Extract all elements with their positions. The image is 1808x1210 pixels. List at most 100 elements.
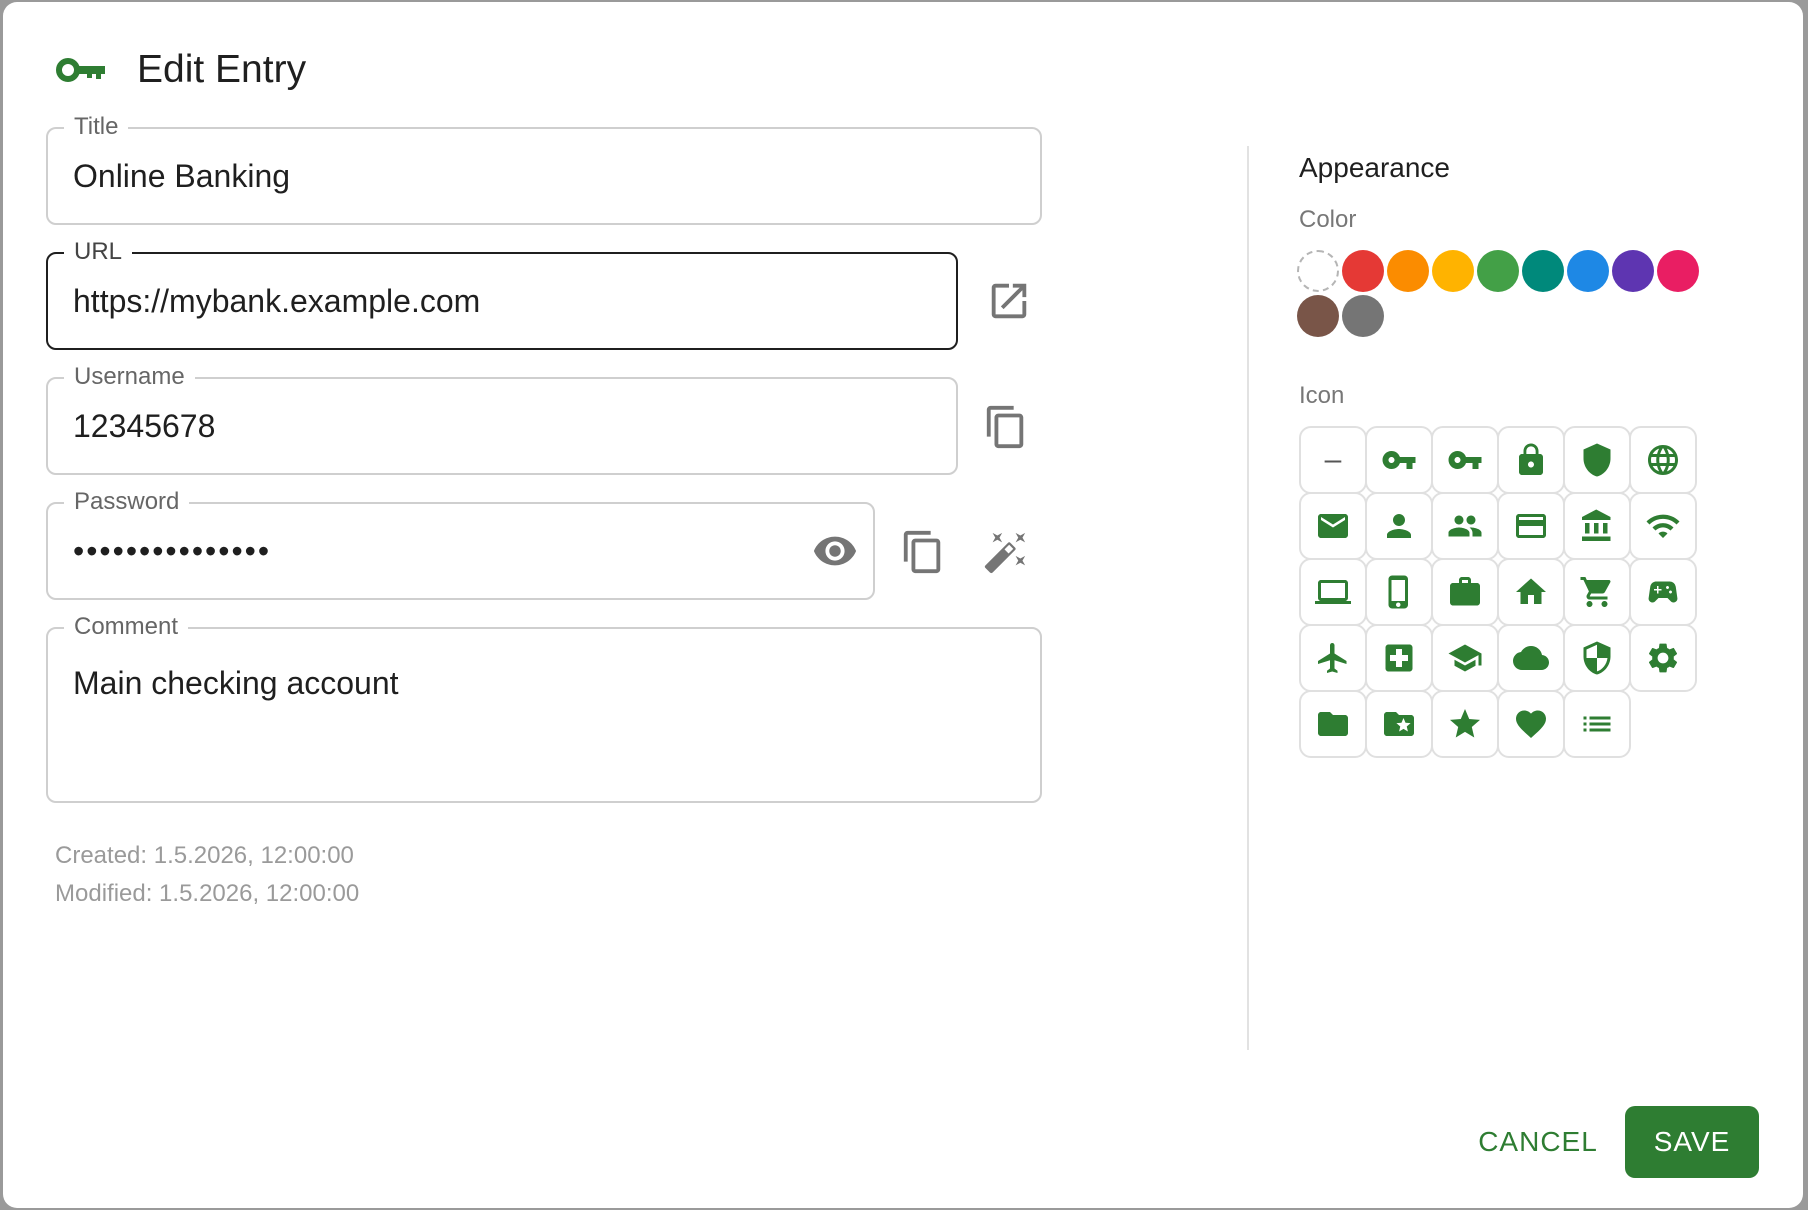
- icon-option-wifi[interactable]: [1629, 492, 1697, 560]
- icon-option-people[interactable]: [1431, 492, 1499, 560]
- icon-option-briefcase[interactable]: [1431, 558, 1499, 626]
- icon-option-cloud[interactable]: [1497, 624, 1565, 692]
- key-icon: [1448, 451, 1482, 469]
- school-icon: [1448, 644, 1482, 672]
- eye-icon: [813, 536, 857, 566]
- color-swatch[interactable]: [1567, 250, 1609, 292]
- color-swatch[interactable]: [1612, 250, 1654, 292]
- icon-option-school[interactable]: [1431, 624, 1499, 692]
- save-button[interactable]: SAVE: [1625, 1106, 1759, 1178]
- title-value: Online Banking: [73, 158, 291, 194]
- password-value: •••••••••••••••: [73, 533, 272, 569]
- icon-option-heart[interactable]: [1497, 690, 1565, 758]
- copy-username-button[interactable]: [981, 402, 1031, 452]
- icon-option-lock[interactable]: [1497, 426, 1565, 494]
- magic-wand-icon: [984, 532, 1026, 574]
- phone-icon: [1388, 575, 1408, 609]
- home-icon: [1516, 578, 1546, 604]
- password-field[interactable]: Password •••••••••••••••: [46, 488, 875, 600]
- icon-option-person[interactable]: [1365, 492, 1433, 560]
- person-icon: [1387, 514, 1411, 538]
- globe-icon: [1648, 445, 1678, 475]
- copy-password-button[interactable]: [898, 527, 948, 577]
- mail-icon: [1318, 514, 1348, 538]
- color-swatch[interactable]: [1387, 250, 1429, 292]
- star-icon: [1450, 709, 1480, 738]
- icon-option-home[interactable]: [1497, 558, 1565, 626]
- briefcase-icon: [1450, 577, 1480, 606]
- cancel-button[interactable]: CANCEL: [1463, 1106, 1613, 1178]
- airplane-icon: [1318, 643, 1347, 673]
- icon-option-folder[interactable]: [1299, 690, 1367, 758]
- edit-entry-dialog: Edit Entry Title Online Banking URL http…: [3, 2, 1803, 1208]
- comment-label: Comment: [64, 613, 189, 641]
- icon-option-folder-star[interactable]: [1365, 690, 1433, 758]
- icon-label: Icon: [1299, 382, 1345, 409]
- color-label: Color: [1299, 206, 1357, 233]
- icon-option-phone[interactable]: [1365, 558, 1433, 626]
- icon-option-credit-card[interactable]: [1497, 492, 1565, 560]
- color-swatch[interactable]: [1657, 250, 1699, 292]
- icon-option-laptop[interactable]: [1299, 558, 1367, 626]
- medical-icon: [1385, 644, 1413, 672]
- wifi-icon: [1646, 514, 1680, 538]
- icon-option-globe[interactable]: [1629, 426, 1697, 494]
- generate-password-button[interactable]: [981, 527, 1031, 577]
- copy-icon: [986, 405, 1024, 449]
- list-icon: [1583, 716, 1611, 732]
- icon-option-gamepad[interactable]: [1629, 558, 1697, 626]
- bank-icon: [1582, 509, 1611, 541]
- key-outline-icon: [1382, 451, 1416, 469]
- icon-option-settings[interactable]: [1629, 624, 1697, 692]
- shield-icon: [1583, 443, 1611, 477]
- icon-option-medical[interactable]: [1365, 624, 1433, 692]
- color-swatch[interactable]: [1342, 295, 1384, 337]
- credit-card-icon: [1516, 514, 1546, 538]
- people-icon: [1448, 515, 1482, 537]
- icon-option-key[interactable]: [1431, 426, 1499, 494]
- created-timestamp: Created: 1.5.2026, 12:00:00: [55, 842, 354, 869]
- laptop-icon: [1315, 580, 1351, 604]
- color-swatch[interactable]: [1432, 250, 1474, 292]
- icon-option-key-outline[interactable]: [1365, 426, 1433, 494]
- folder-icon: [1318, 712, 1348, 736]
- gamepad-icon: [1648, 581, 1678, 603]
- heart-icon: [1516, 710, 1546, 739]
- url-field[interactable]: URL https://mybank.example.com: [46, 238, 958, 350]
- cloud-icon: [1513, 646, 1549, 670]
- appearance-heading: Appearance: [1299, 152, 1451, 183]
- modified-timestamp: Modified: 1.5.2026, 12:00:00: [55, 880, 360, 907]
- folder-star-icon: [1384, 712, 1414, 736]
- icon-option-shield[interactable]: [1563, 426, 1631, 494]
- icon-option-none[interactable]: –: [1299, 426, 1367, 494]
- panel-divider: [1247, 146, 1249, 1050]
- color-swatch[interactable]: [1522, 250, 1564, 292]
- dialog-title: Edit Entry: [137, 48, 307, 91]
- icon-option-cart[interactable]: [1563, 558, 1631, 626]
- dialog-header: Edit Entry: [55, 42, 306, 98]
- url-value: https://mybank.example.com: [73, 283, 481, 319]
- color-swatch-none[interactable]: [1297, 250, 1339, 292]
- icon-option-security-shield[interactable]: [1563, 624, 1631, 692]
- color-swatch[interactable]: [1297, 295, 1339, 337]
- comment-field[interactable]: Comment Main checking account: [46, 613, 1042, 803]
- icon-option-star[interactable]: [1431, 690, 1499, 758]
- username-field[interactable]: Username 12345678: [46, 363, 958, 475]
- username-value: 12345678: [73, 408, 216, 444]
- icon-option-list[interactable]: [1563, 690, 1631, 758]
- color-swatch[interactable]: [1477, 250, 1519, 292]
- lock-icon: [1519, 443, 1543, 475]
- icon-option-airplane[interactable]: [1299, 624, 1367, 692]
- open-external-icon: [991, 283, 1027, 319]
- no-icon-dash: –: [1324, 443, 1342, 476]
- comment-value: Main checking account: [73, 665, 399, 701]
- cart-icon: [1580, 577, 1611, 607]
- icon-option-mail[interactable]: [1299, 492, 1367, 560]
- toggle-password-visibility-button[interactable]: [810, 526, 860, 576]
- color-swatch[interactable]: [1342, 250, 1384, 292]
- copy-icon: [903, 530, 941, 574]
- open-url-button[interactable]: [984, 276, 1034, 326]
- title-field[interactable]: Title Online Banking: [46, 113, 1042, 225]
- icon-option-bank[interactable]: [1563, 492, 1631, 560]
- settings-icon: [1648, 643, 1678, 673]
